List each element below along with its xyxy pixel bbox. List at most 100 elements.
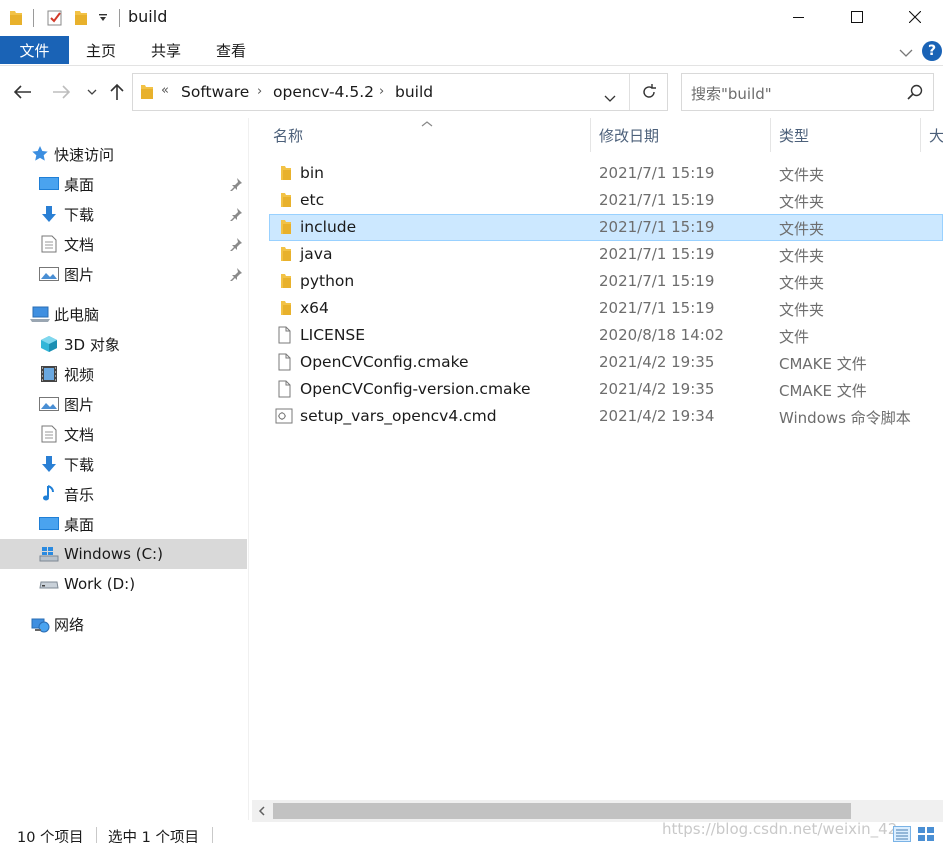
pane-divider[interactable] [248, 118, 249, 820]
expand-ribbon-button[interactable] [899, 44, 913, 62]
pin-icon[interactable] [229, 267, 243, 281]
column-header-type[interactable]: 类型 [779, 118, 809, 152]
address-bar[interactable]: « Software › opencv-4.5.2 › build [132, 73, 668, 111]
forward-button[interactable] [49, 80, 73, 104]
properties-icon[interactable] [46, 8, 64, 28]
column-header-modified[interactable]: 修改日期 [599, 118, 659, 152]
pin-icon[interactable] [229, 177, 243, 191]
sidebar-item-work-d[interactable]: Work (D:) [0, 569, 247, 599]
file-row-include[interactable]: include 2021/7/1 15:19 文件夹 [269, 214, 943, 241]
tab-view[interactable]: 查看 [216, 36, 246, 64]
file-name: x64 [300, 299, 329, 317]
sidebar-item-pictures[interactable]: 图片 [0, 259, 247, 289]
tab-file[interactable]: 文件 [0, 36, 69, 64]
sidebar-item-network[interactable]: 网络 [0, 609, 247, 639]
file-row-opencvconfig-version[interactable]: OpenCVConfig-version.cmake 2021/4/2 19:3… [269, 376, 943, 403]
sidebar-item-music[interactable]: 音乐 [0, 479, 247, 509]
sidebar-item-downloads[interactable]: 下载 [0, 199, 247, 229]
file-modified: 2021/7/1 15:19 [599, 299, 715, 317]
file-type: CMAKE 文件 [779, 355, 867, 373]
maximize-button[interactable] [828, 0, 886, 34]
file-row-bin[interactable]: bin 2021/7/1 15:19 文件夹 [269, 160, 943, 187]
file-row-setup-vars[interactable]: setup_vars_opencv4.cmd 2021/4/2 19:34 Wi… [269, 403, 943, 430]
refresh-button[interactable] [640, 83, 658, 105]
address-history-dropdown[interactable] [604, 89, 616, 107]
sidebar-item-this-pc[interactable]: 此电脑 [0, 299, 247, 329]
column-divider[interactable] [590, 118, 591, 152]
customize-toolbar-dropdown[interactable] [98, 8, 108, 28]
details-view-icon[interactable] [893, 826, 911, 842]
chevron-right-icon[interactable]: › [257, 84, 262, 99]
sidebar-item-label: 网络 [54, 615, 85, 634]
sidebar-item-desktop-pc[interactable]: 桌面 [0, 509, 247, 539]
tab-home[interactable]: 主页 [86, 36, 116, 64]
divider [96, 827, 97, 843]
chevron-down-icon [604, 95, 616, 102]
new-folder-icon[interactable] [73, 8, 89, 28]
large-icons-view-icon[interactable] [917, 826, 935, 842]
column-header-name[interactable]: 名称 [273, 118, 303, 152]
title-bar: build [0, 0, 943, 36]
pin-icon[interactable] [229, 207, 243, 221]
column-divider[interactable] [920, 118, 921, 152]
file-type: 文件夹 [779, 193, 825, 211]
file-icon [278, 326, 291, 344]
column-divider[interactable] [770, 118, 771, 152]
up-button[interactable] [105, 80, 129, 104]
item-count: 10 个项目 [17, 830, 84, 846]
sidebar-item-documents-pc[interactable]: 文档 [0, 419, 247, 449]
breadcrumb-build[interactable]: build [395, 83, 433, 101]
arrow-up-icon [110, 83, 124, 100]
chevron-right-icon[interactable]: › [379, 84, 384, 99]
horizontal-scrollbar[interactable] [252, 800, 943, 822]
breadcrumb-opencv[interactable]: opencv-4.5.2 [273, 83, 374, 101]
minimize-button[interactable] [770, 0, 828, 34]
search-icon[interactable] [907, 84, 923, 104]
file-row-python[interactable]: python 2021/7/1 15:19 文件夹 [269, 268, 943, 295]
tab-share[interactable]: 共享 [151, 36, 181, 64]
column-header-size[interactable]: 大 [929, 118, 943, 152]
recent-locations-button[interactable] [80, 80, 104, 104]
sidebar-item-downloads-pc[interactable]: 下载 [0, 449, 247, 479]
chevron-down-icon [899, 49, 913, 57]
file-name: LICENSE [300, 326, 366, 344]
sort-ascending-icon [421, 114, 433, 132]
sidebar-item-documents[interactable]: 文档 [0, 229, 247, 259]
back-button[interactable] [11, 80, 35, 104]
search-input[interactable]: 搜索"build" [681, 73, 934, 111]
sidebar-item-label: 视频 [64, 365, 95, 384]
pin-icon[interactable] [229, 237, 243, 251]
file-type: 文件夹 [779, 247, 825, 265]
sidebar-item-desktop[interactable]: 桌面 [0, 169, 247, 199]
chevron-left-icon [258, 806, 265, 816]
search-placeholder: 搜索"build" [691, 85, 772, 103]
sidebar-item-3d-objects[interactable]: 3D 对象 [0, 329, 247, 359]
file-name: etc [300, 191, 325, 209]
sidebar-item-pictures-pc[interactable]: 图片 [0, 389, 247, 419]
sidebar-item-videos[interactable]: 视频 [0, 359, 247, 389]
sidebar-item-label: 文档 [64, 425, 95, 444]
file-name: OpenCVConfig-version.cmake [300, 380, 531, 398]
file-row-opencvconfig[interactable]: OpenCVConfig.cmake 2021/4/2 19:35 CMAKE … [269, 349, 943, 376]
close-button[interactable] [886, 0, 943, 34]
folder-icon [281, 301, 291, 315]
breadcrumb-software[interactable]: Software [181, 83, 249, 101]
sidebar-item-label: 下载 [64, 455, 95, 474]
help-button[interactable]: ? [922, 41, 942, 61]
file-row-etc[interactable]: etc 2021/7/1 15:19 文件夹 [269, 187, 943, 214]
file-row-java[interactable]: java 2021/7/1 15:19 文件夹 [269, 241, 943, 268]
file-row-license[interactable]: LICENSE 2020/8/18 14:02 文件 [269, 322, 943, 349]
breadcrumb-overflow[interactable]: « [161, 83, 169, 98]
file-name: java [300, 245, 333, 263]
file-row-x64[interactable]: x64 2021/7/1 15:19 文件夹 [269, 295, 943, 322]
arrow-left-icon [14, 85, 31, 99]
scrollbar-thumb[interactable] [273, 803, 851, 819]
arrow-right-icon [53, 85, 70, 99]
sidebar-item-windows-c[interactable]: Windows (C:) [0, 539, 247, 569]
sidebar-item-quick-access[interactable]: 快速访问 [0, 139, 247, 169]
window-title: build [128, 7, 168, 26]
file-name: setup_vars_opencv4.cmd [300, 407, 497, 425]
file-type: 文件夹 [779, 166, 825, 184]
scroll-left-button[interactable] [254, 803, 270, 819]
desktop-icon [39, 174, 59, 194]
